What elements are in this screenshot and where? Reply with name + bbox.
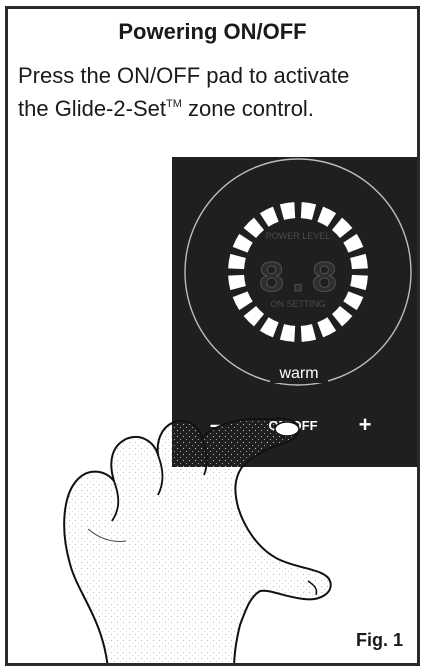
display-digits: 8.8 <box>258 255 337 305</box>
display-top-caption: POWER LEVEL <box>266 231 331 241</box>
plus-pad[interactable]: + <box>359 412 372 437</box>
figure-label: Fig. 1 <box>355 630 403 650</box>
display-bottom-caption: ON SETTING <box>270 299 325 309</box>
control-illustration: POWER LEVEL 8.8 ON SETTING warm – ON/OFF… <box>63 157 417 663</box>
zone-label-warm: warm <box>278 365 318 382</box>
instruction-box: Powering ON/OFF Press the ON/OFF pad to … <box>5 6 420 666</box>
